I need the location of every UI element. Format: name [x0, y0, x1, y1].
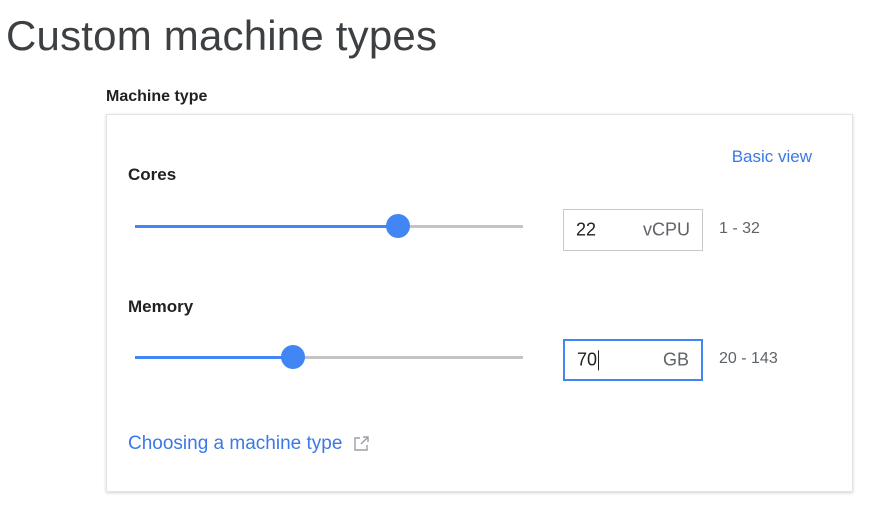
cores-value: 22: [576, 219, 597, 240]
cores-slider-thumb[interactable]: [385, 214, 410, 238]
page-title: Custom machine types: [6, 12, 438, 59]
cores-range: 1 - 32: [719, 220, 760, 237]
memory-unit: GB: [662, 349, 689, 370]
memory-label: Memory: [128, 297, 194, 316]
cores-unit: vCPU: [642, 219, 690, 240]
memory-value-wrap: 70: [577, 349, 600, 371]
choosing-machine-type-link[interactable]: Choosing a machine type: [128, 433, 370, 455]
memory-slider-fill: [135, 356, 293, 359]
memory-range: 20 - 143: [719, 350, 778, 367]
cores-slider-fill: [135, 225, 398, 228]
memory-slider[interactable]: [135, 345, 523, 369]
cores-slider[interactable]: [135, 214, 523, 238]
external-link-icon: [354, 436, 370, 451]
memory-input[interactable]: 70 GB: [563, 339, 703, 381]
memory-value: 70: [577, 349, 598, 370]
cores-input[interactable]: 22 vCPU: [563, 209, 703, 251]
basic-view-link[interactable]: Basic view: [732, 147, 812, 167]
cores-label: Cores: [128, 165, 177, 184]
memory-slider-thumb[interactable]: [280, 345, 305, 369]
help-link-label: Choosing a machine type: [128, 433, 343, 454]
machine-type-label: Machine type: [106, 88, 208, 105]
text-caret: [598, 350, 600, 371]
machine-type-card: Basic view Cores 22 vCPU 1 - 32 Memory 7…: [106, 114, 853, 492]
